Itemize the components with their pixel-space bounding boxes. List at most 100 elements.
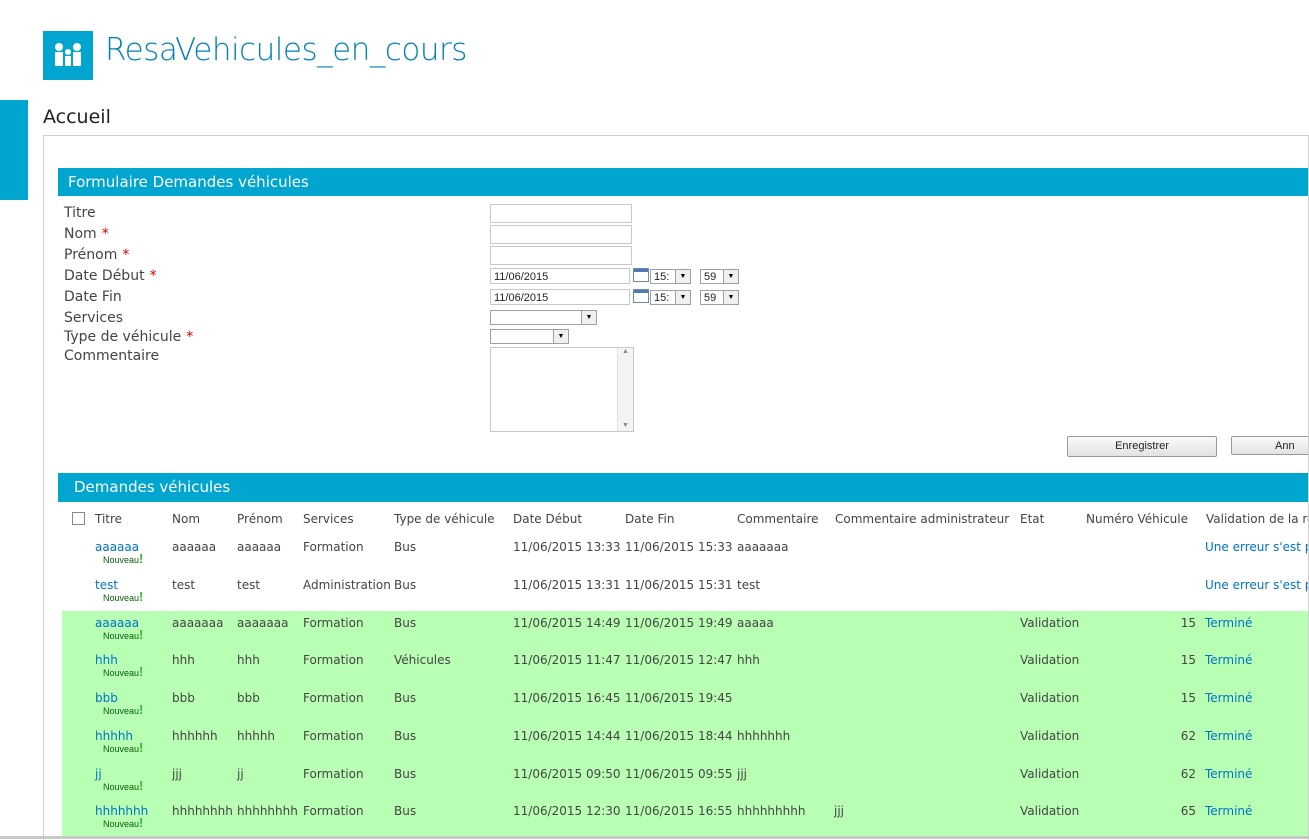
cell-validation-link[interactable]: Une erreur s'est p xyxy=(1205,578,1308,592)
cell-services: Formation xyxy=(303,540,364,554)
scroll-down-icon[interactable]: ▼ xyxy=(618,422,633,429)
table-row[interactable]: hhhhh Nouveau! hhhhhh hhhhh Formation Bus 11/0… xyxy=(62,724,1308,762)
cell-prenom: aaaaaaa xyxy=(237,616,289,630)
type-vehicule-select[interactable]: ▼ xyxy=(490,329,569,344)
services-select[interactable]: ▼ xyxy=(490,310,597,325)
date-debut-hour-select[interactable]: 15: ▼ xyxy=(650,269,691,284)
calendar-icon[interactable] xyxy=(633,289,649,303)
table-row[interactable]: hhh Nouveau! hhh hhh Formation Véhicules 11/06… xyxy=(62,648,1308,686)
cell-services: Formation xyxy=(303,767,364,781)
label-titre: Titre xyxy=(64,205,96,221)
col-header-etat[interactable]: Etat xyxy=(1020,512,1044,526)
cell-commentaire: jjj xyxy=(737,767,748,781)
cell-commentaire: hhhhhhhhh xyxy=(737,804,806,818)
date-fin-input[interactable]: 11/06/2015 xyxy=(490,289,630,305)
table-row[interactable]: hhhhhhh Nouveau! hhhhhhhh hhhhhhhh Formation… xyxy=(62,799,1308,837)
cell-admin: jjj xyxy=(834,804,845,818)
chevron-down-icon: ▼ xyxy=(581,311,596,324)
new-badge-mark: ! xyxy=(139,551,144,566)
cell-services: Formation xyxy=(303,729,364,743)
cell-prenom: test xyxy=(237,578,261,592)
cell-commentaire: test xyxy=(737,578,761,592)
commentaire-textarea[interactable]: ▲ ▼ xyxy=(490,347,634,432)
cell-prenom: bbb xyxy=(237,691,260,705)
new-badge: Nouveau! xyxy=(103,702,143,717)
nom-input[interactable] xyxy=(490,225,632,244)
cell-nom: bbb xyxy=(172,691,195,705)
cell-nom: jjj xyxy=(172,767,183,781)
new-badge: Nouveau! xyxy=(103,627,143,642)
save-button[interactable]: Enregistrer xyxy=(1067,436,1217,457)
main-content: Formulaire Demandes véhicules Titre Nom *… xyxy=(43,135,1309,840)
new-badge-mark: ! xyxy=(139,702,144,717)
site-title[interactable]: ResaVehicules_en_cours xyxy=(105,32,467,68)
row-title-link[interactable]: jj xyxy=(95,767,102,781)
cell-commentaire: aaaaa xyxy=(737,616,774,630)
new-badge-label: Nouveau xyxy=(103,706,140,716)
date-fin-minute-select[interactable]: 59 ▼ xyxy=(700,290,739,305)
calendar-icon[interactable] xyxy=(633,268,649,282)
cell-nom: hhhhhh xyxy=(172,729,218,743)
col-header-commentaire[interactable]: Commentaire xyxy=(737,512,819,526)
col-header-prenom[interactable]: Prénom xyxy=(237,512,283,526)
cell-nom: test xyxy=(172,578,196,592)
label-date-debut: Date Début * xyxy=(64,268,157,284)
col-header-commentaire-admin[interactable]: Commentaire administrateur xyxy=(835,512,1009,526)
col-header-nom[interactable]: Nom xyxy=(172,512,200,526)
prenom-input[interactable] xyxy=(490,246,632,265)
col-header-numero[interactable]: Numéro Véhicule xyxy=(1086,512,1188,526)
table-row[interactable]: aaaaaa Nouveau! aaaaaa aaaaaa Formation Bus 11… xyxy=(62,535,1308,573)
cell-numero: 15 xyxy=(1180,616,1196,630)
date-debut-minute-select[interactable]: 59 ▼ xyxy=(700,269,739,284)
col-header-titre[interactable]: Titre xyxy=(95,512,122,526)
cell-debut: 11/06/2015 14:44 xyxy=(513,729,621,743)
new-badge-label: Nouveau xyxy=(103,744,140,754)
cell-numero: 62 xyxy=(1180,767,1196,781)
new-badge: Nouveau! xyxy=(103,815,143,830)
titre-input[interactable] xyxy=(490,204,632,223)
required-marker: * xyxy=(186,329,194,345)
cell-fin: 11/06/2015 09:55 xyxy=(625,767,733,781)
new-badge-label: Nouveau xyxy=(103,819,140,829)
date-fin-hour-select[interactable]: 15: ▼ xyxy=(650,290,691,305)
date-debut-input[interactable]: 11/06/2015 xyxy=(490,268,630,284)
cell-fin: 11/06/2015 12:47 xyxy=(625,653,733,667)
select-all-checkbox[interactable] xyxy=(72,512,85,525)
cancel-button[interactable]: Ann xyxy=(1231,436,1308,455)
col-header-date-debut[interactable]: Date Début xyxy=(513,512,582,526)
label-date-fin: Date Fin xyxy=(64,289,122,305)
chevron-down-icon: ▼ xyxy=(723,270,738,283)
cell-validation-link[interactable]: Terminé xyxy=(1205,767,1252,781)
cell-validation-link[interactable]: Terminé xyxy=(1205,729,1252,743)
cell-validation-link[interactable]: Une erreur s'est p xyxy=(1205,540,1308,554)
textarea-scrollbar[interactable]: ▲ ▼ xyxy=(617,348,633,431)
cell-nom: aaaaaaa xyxy=(172,616,224,630)
new-badge-mark: ! xyxy=(139,740,144,755)
left-accent-bar xyxy=(0,100,28,200)
table-row[interactable]: bbb Nouveau! bbb bbb Formation Bus 11/06/2015 … xyxy=(62,686,1308,724)
col-header-services[interactable]: Services xyxy=(303,512,354,526)
cell-debut: 11/06/2015 13:31 xyxy=(513,578,621,592)
col-header-type[interactable]: Type de véhicule xyxy=(394,512,495,526)
cell-validation-link[interactable]: Terminé xyxy=(1205,616,1252,630)
table-row[interactable]: jj Nouveau! jjj jj Formation Bus 11/06/2015 09… xyxy=(62,762,1308,800)
new-badge-label: Nouveau xyxy=(103,555,140,565)
cell-validation-link[interactable]: Terminé xyxy=(1205,653,1252,667)
table-row[interactable]: test Nouveau! test test Administration Bus 11/… xyxy=(62,573,1308,611)
cell-validation-link[interactable]: Terminé xyxy=(1205,804,1252,818)
table-row[interactable]: aaaaaa Nouveau! aaaaaaa aaaaaaa Formation Bus… xyxy=(62,611,1308,649)
col-header-validation[interactable]: Validation de la re xyxy=(1206,512,1308,526)
cell-validation-link[interactable]: Terminé xyxy=(1205,691,1252,705)
new-badge-label: Nouveau xyxy=(103,631,140,641)
required-marker: * xyxy=(101,226,109,242)
label-nom: Nom * xyxy=(64,226,109,242)
cell-type: Bus xyxy=(394,691,417,705)
site-logo[interactable] xyxy=(43,31,93,80)
cell-numero: 62 xyxy=(1180,729,1196,743)
col-header-date-fin[interactable]: Date Fin xyxy=(625,512,674,526)
label-prenom: Prénom * xyxy=(64,247,130,263)
cell-fin: 11/06/2015 18:44 xyxy=(625,729,733,743)
cell-prenom: hhh xyxy=(237,653,260,667)
scroll-up-icon[interactable]: ▲ xyxy=(618,348,633,355)
cell-nom: hhhhhhhh xyxy=(172,804,233,818)
